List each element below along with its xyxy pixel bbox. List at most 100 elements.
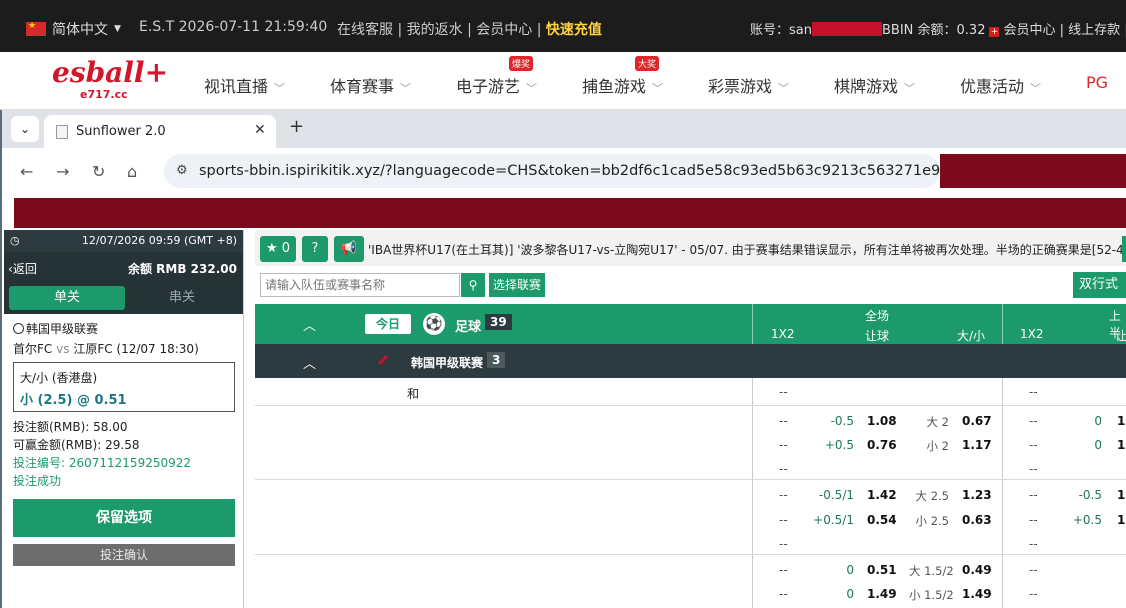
back-button[interactable]: ‹返回 xyxy=(8,260,37,277)
language-label: 简体中文 xyxy=(52,22,108,38)
handicap-odds[interactable]: 1.42 xyxy=(867,488,897,502)
search-box xyxy=(260,273,460,297)
odds-cell[interactable]: -- xyxy=(779,587,788,601)
account-links[interactable]: 会员中心 | 线上存款 | 线上取 xyxy=(1003,23,1126,38)
nav-fishing[interactable]: 大奖 捕鱼游戏 ﹀ xyxy=(582,56,664,97)
tab-single[interactable]: 单关 xyxy=(9,286,125,310)
search-button[interactable]: ⚲ xyxy=(461,273,485,297)
odds-cell[interactable]: -- xyxy=(779,513,788,527)
ou-line: 小 1.5/2 xyxy=(909,588,954,602)
view-mode-select[interactable]: 双行式 ﹀ xyxy=(1073,272,1126,318)
today-tab[interactable]: 今日 xyxy=(365,314,411,334)
league-name: 韩国甲级联赛 xyxy=(411,356,484,370)
tab-parlay[interactable]: 串关 xyxy=(125,286,239,310)
nav-label: 优惠活动 xyxy=(960,77,1025,96)
keep-selection-button[interactable]: 保留选项 xyxy=(13,499,235,537)
ticket-number: 投注编号: 2607112159250922 xyxy=(13,456,192,470)
collapse-icon[interactable]: ︿ xyxy=(303,315,316,334)
handicap-odds[interactable]: 1. xyxy=(1117,438,1126,452)
col-handicap: 让球 xyxy=(865,329,890,343)
odds-cell[interactable]: -- xyxy=(779,414,788,428)
browser-tab[interactable]: Sunflower 2.0 ✕ xyxy=(44,115,276,148)
odds-cell[interactable]: -- xyxy=(779,563,788,577)
plus-icon[interactable]: + xyxy=(989,27,1000,37)
nav-promotions[interactable]: 优惠活动 ﹀ xyxy=(960,73,1041,97)
chevron-down-icon: ﹀ xyxy=(652,82,664,95)
home-icon[interactable]: ⌂ xyxy=(127,162,137,181)
stake-amount: 投注额(RMB): 58.00 xyxy=(13,420,128,434)
nav-pg[interactable]: PG xyxy=(1086,73,1108,92)
select-league-button[interactable]: 选择联赛 xyxy=(489,273,545,297)
handicap-line: -0.5 xyxy=(1078,488,1102,502)
reload-icon[interactable]: ↻ xyxy=(92,162,105,181)
league-row[interactable]: ︿ 韩国甲级联赛 3 xyxy=(255,344,1126,378)
odds-cell[interactable]: -- xyxy=(1029,587,1038,601)
forward-arrow-icon[interactable]: → xyxy=(56,162,69,181)
help-button[interactable]: ? xyxy=(302,236,328,262)
url-field[interactable]: ⚙ sports-bbin.ispirikitik.xyz/?languagec… xyxy=(164,154,977,188)
favorites-button[interactable]: ★ 0 xyxy=(260,236,296,262)
nav-live-casino[interactable]: 视讯直播 ﹀ xyxy=(204,73,285,97)
odds-cell[interactable]: -- xyxy=(1029,414,1038,428)
nav-slots[interactable]: 爆奖 电子游艺 ﹀ xyxy=(456,56,537,97)
col-1x2-half: 1X2 xyxy=(1020,327,1044,341)
odds-cell[interactable]: -- xyxy=(1029,563,1038,577)
new-tab-button[interactable]: + xyxy=(289,116,304,137)
site-info-icon[interactable]: ⚙ xyxy=(176,163,188,178)
top-links: 在线客服 | 我的返水 | 会员中心 | 快速充值 xyxy=(337,22,602,38)
nav-label: PG xyxy=(1086,73,1109,92)
nav-lottery[interactable]: 彩票游戏 ﹀ xyxy=(708,73,789,97)
handicap-odds[interactable]: 1. xyxy=(1117,488,1126,502)
bet-confirm-button[interactable]: 投注确认 xyxy=(13,544,235,566)
odds-cell[interactable]: -- xyxy=(1029,438,1038,452)
language-selector[interactable]: 简体中文 ▼ xyxy=(26,19,121,39)
odds-cell[interactable]: -- xyxy=(779,488,788,502)
link-member-center[interactable]: 会员中心 xyxy=(476,22,532,38)
main-nav: esball+ e717.cc 视讯直播 ﹀ 体育赛事 ﹀ 爆奖 电子游艺 ﹀ 大奖 捕鱼… xyxy=(0,52,1126,110)
account-info: 账号：san BBIN 余额：0.32+会员中心 | 线上存款 | 线上取 xyxy=(750,19,1126,38)
col-handicap-half: 让 xyxy=(1115,329,1126,343)
ou-odds[interactable]: 1.23 xyxy=(962,488,992,502)
odds-cell[interactable]: -- xyxy=(1029,488,1038,502)
ou-odds[interactable]: 1.17 xyxy=(962,438,992,452)
sport-name: 足球 xyxy=(455,320,482,335)
star-icon: ★ xyxy=(265,241,278,256)
bet-slip: ◷ 12/07/2026 09:59 (GMT +8) ‹返回 余额 RMB 2… xyxy=(4,230,244,608)
link-quick-recharge[interactable]: 快速充值 xyxy=(546,22,602,38)
nav-sports[interactable]: 体育赛事 ﹀ xyxy=(330,73,411,97)
handicap-odds[interactable]: 1.49 xyxy=(867,587,897,601)
chevron-down-icon: ▼ xyxy=(114,24,121,34)
link-customer-service[interactable]: 在线客服 xyxy=(337,22,393,38)
tab-search-button[interactable]: ⌄ xyxy=(11,116,39,142)
chevron-down-icon: ﹀ xyxy=(1030,82,1042,95)
odds-cell[interactable]: -- xyxy=(779,438,788,452)
link-rebate[interactable]: 我的返水 xyxy=(407,22,463,38)
ou-odds[interactable]: 0.63 xyxy=(962,513,992,527)
announcement-button[interactable]: 📢 xyxy=(334,236,364,262)
handicap-odds[interactable]: 0.54 xyxy=(867,513,897,527)
search-input[interactable] xyxy=(261,274,457,296)
handicap-odds[interactable]: 0.51 xyxy=(867,563,897,577)
site-topbar: 简体中文 ▼ E.S.T 2026-07-11 21:59:40 在线客服 | … xyxy=(0,0,1126,52)
ou-odds[interactable]: 0.67 xyxy=(962,414,992,428)
handicap-odds[interactable]: 0.76 xyxy=(867,438,897,452)
handicap-odds[interactable]: 1.08 xyxy=(867,414,897,428)
vs-label: vs xyxy=(56,342,70,356)
collapse-icon[interactable]: ︿ xyxy=(303,353,316,372)
esball-logo[interactable]: esball+ e717.cc xyxy=(52,58,168,102)
divider xyxy=(752,304,753,344)
handicap-odds[interactable]: 1. xyxy=(1117,414,1126,428)
odds-cell[interactable]: -- xyxy=(1029,513,1038,527)
match-block: -- -0.5/1 1.42 大 2.5 1.23 -- -0.5 1. -- … xyxy=(255,480,1126,555)
ou-odds[interactable]: 1.49 xyxy=(962,587,992,601)
handicap-odds[interactable]: 1. xyxy=(1117,513,1126,527)
announcement-text: 'IBA世界杯U17(在土耳其)] '波多黎各U17-vs-立陶宛U17' - … xyxy=(368,243,1123,257)
nav-board-games[interactable]: 棋牌游戏 ﹀ xyxy=(834,73,915,97)
back-arrow-icon[interactable]: ← xyxy=(20,162,33,181)
odds-cell: -- xyxy=(779,537,788,551)
odds-cell: -- xyxy=(779,462,788,476)
server-time: E.S.T 2026-07-11 21:59:40 xyxy=(139,19,328,35)
close-icon[interactable]: ✕ xyxy=(254,122,266,138)
ou-odds[interactable]: 0.49 xyxy=(962,563,992,577)
league-count: 3 xyxy=(487,352,506,368)
